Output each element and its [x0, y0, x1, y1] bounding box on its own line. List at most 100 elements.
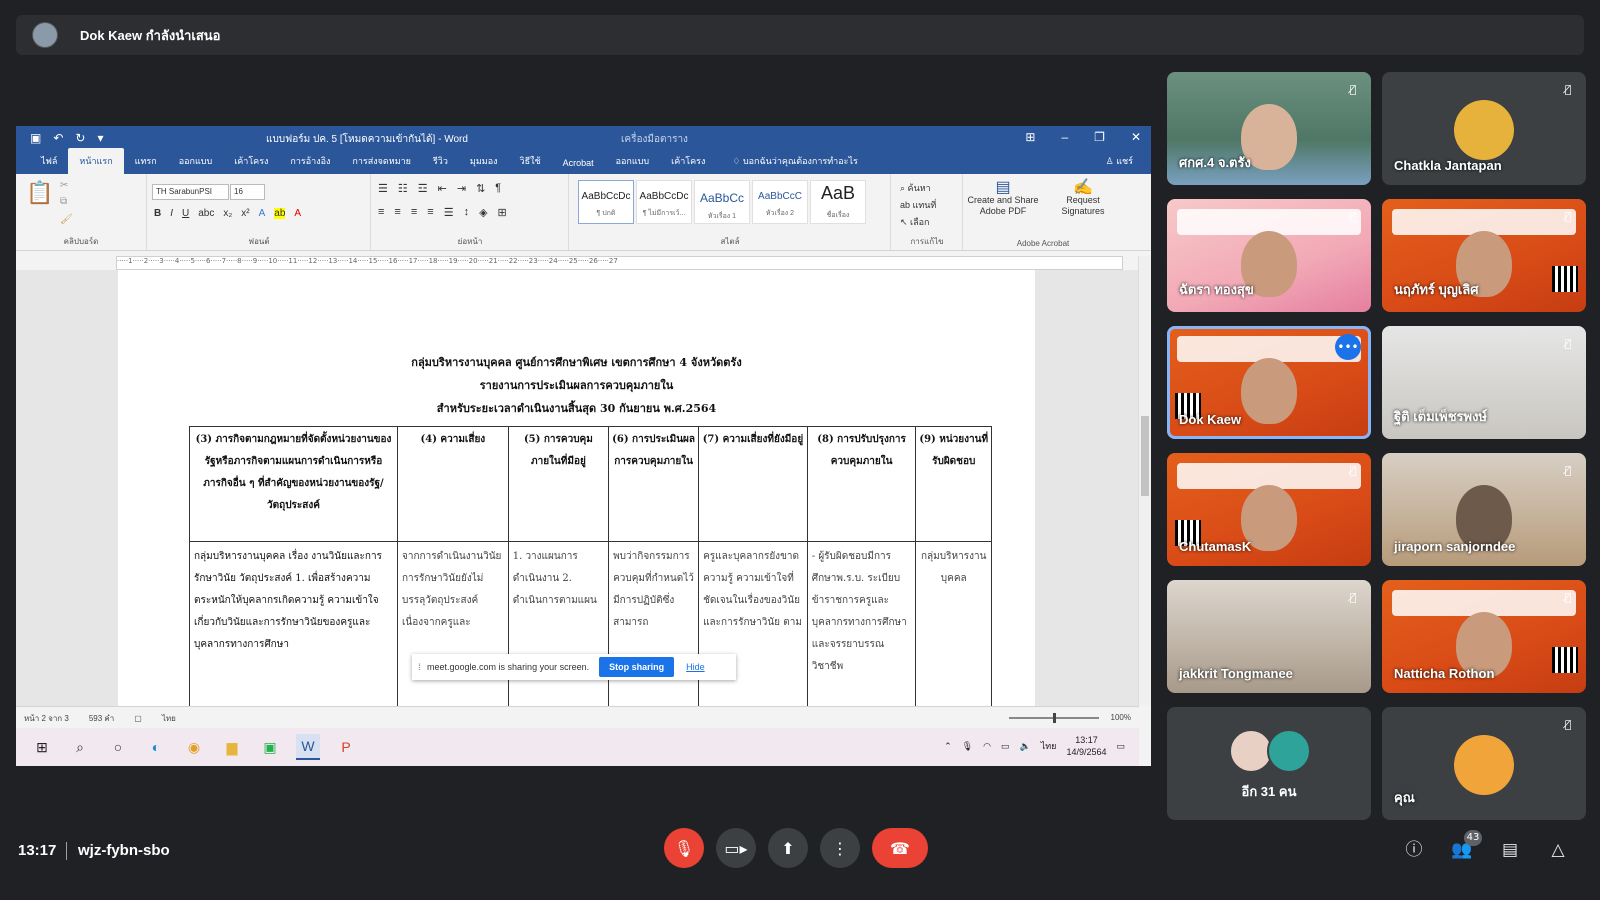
tab-view[interactable]: มุมมอง	[459, 154, 509, 174]
wifi-icon[interactable]: ◠	[983, 741, 991, 752]
increase-indent-icon[interactable]: ⇥	[457, 182, 466, 195]
shading-icon[interactable]: ◈	[479, 206, 487, 219]
superscript-icon[interactable]: x²	[241, 208, 249, 219]
create-share-pdf-button[interactable]: ▤ Create and Share Adobe PDF	[964, 180, 1042, 217]
request-signatures-button[interactable]: ✍ Request Signatures	[1044, 180, 1122, 217]
participant-tile[interactable]: 🎙̸ jiraporn sanjorndee	[1382, 453, 1586, 566]
tab-insert[interactable]: แทรก	[124, 154, 168, 174]
minimize-icon[interactable]: –	[1061, 130, 1068, 144]
taskbar-clock[interactable]: 13:17 14/9/2564	[1066, 734, 1106, 758]
underline-icon[interactable]: U	[182, 208, 189, 219]
leave-call-button[interactable]: ☎	[872, 828, 928, 868]
participant-tile[interactable]: 🎙̸ นฤภัทร์ บุญเลิศ	[1382, 199, 1586, 312]
zoom-level[interactable]: 100%	[1111, 713, 1131, 722]
participant-tile[interactable]: 🎙̸ Natticha Rothon	[1382, 580, 1586, 693]
table-cell[interactable]: 1. วางแผนการดำเนินงาน 2. ดำเนินการตามแผน	[507, 541, 610, 706]
multilevel-icon[interactable]: ☲	[418, 182, 428, 195]
others-tile[interactable]: อีก 31 คน	[1167, 707, 1371, 820]
ribbon-display-icon[interactable]: ⊞	[1025, 130, 1035, 144]
search-icon[interactable]: ⌕	[68, 735, 92, 759]
zoom-slider[interactable]	[1009, 713, 1099, 723]
tab-file[interactable]: ไฟล์	[30, 154, 68, 174]
table-cell[interactable]: จากการดำเนินงานวินัยการรักษาวินัยยังไม่บ…	[397, 541, 509, 706]
speaker-icon[interactable]: 🔈	[1019, 741, 1030, 752]
tab-table-design[interactable]: ออกแบบ	[605, 154, 661, 174]
more-options-icon[interactable]: •••	[1335, 334, 1361, 360]
document-page[interactable]: กลุ่มบริหารงานบุคคล ศูนย์การศึกษาพิเศษ เ…	[118, 270, 1035, 706]
format-painter-icon[interactable]: 🖌	[60, 214, 73, 225]
tab-review[interactable]: รีวิว	[422, 154, 459, 174]
style-heading-1[interactable]: AaBbCc หัวเรื่อง 1	[694, 180, 750, 224]
style-title[interactable]: AaB ชื่อเรื่อง	[810, 180, 866, 224]
participant-tile[interactable]: 🎙̸ ศกศ.4 จ.ตรัง	[1167, 72, 1371, 185]
participant-tile[interactable]: 🎙̸ Chatkla Jantapan	[1382, 72, 1586, 185]
drag-handle-icon[interactable]: ⁞⁞	[418, 662, 421, 672]
align-left-icon[interactable]: ≡	[378, 206, 384, 219]
zoom-thumb[interactable]	[1053, 713, 1056, 723]
bullets-icon[interactable]: ☰	[378, 182, 388, 195]
tab-table-layout[interactable]: เค้าโครง	[660, 154, 716, 174]
sort-icon[interactable]: ⇅	[476, 182, 485, 195]
cut-icon[interactable]: ✂	[60, 180, 68, 191]
font-color-icon[interactable]: A	[294, 208, 301, 219]
participant-tile[interactable]: 🎙̸ ฉัตรา ทองสุข	[1167, 199, 1371, 312]
decrease-indent-icon[interactable]: ⇤	[438, 182, 447, 195]
close-icon[interactable]: ✕	[1131, 130, 1141, 144]
participant-tile-active[interactable]: ••• Dok Kaew	[1167, 326, 1371, 439]
tab-design[interactable]: ออกแบบ	[168, 154, 224, 174]
borders-icon[interactable]: ⊞	[498, 206, 507, 219]
select-button[interactable]: ↖ เลือก	[900, 214, 936, 231]
copy-icon[interactable]: ⧉	[60, 196, 67, 207]
language-status[interactable]: ไทย	[162, 712, 176, 725]
font-name-select[interactable]: TH SarabunPSI	[152, 184, 229, 200]
tab-layout[interactable]: เค้าโครง	[223, 154, 279, 174]
chevron-up-icon[interactable]: ⌃	[944, 741, 952, 752]
redo-icon[interactable]: ↻	[75, 131, 85, 145]
cortana-icon[interactable]: ○	[106, 735, 130, 759]
word-app-icon[interactable]: W	[296, 734, 320, 760]
align-center-icon[interactable]: ≡	[394, 206, 400, 219]
table-cell[interactable]: พบว่ากิจกรรมการควบคุมที่กำหนดไว้มีการปฏิ…	[608, 541, 700, 706]
chrome-icon[interactable]: ◉	[182, 735, 206, 759]
input-language[interactable]: ไทย	[1041, 739, 1057, 753]
present-now-button[interactable]: ⬆	[768, 828, 808, 868]
numbering-icon[interactable]: ☷	[398, 182, 408, 195]
tab-mailings[interactable]: การส่งจดหมาย	[341, 154, 422, 174]
distributed-icon[interactable]: ☰	[444, 206, 454, 219]
windows-start-icon[interactable]: ⊞	[30, 735, 54, 759]
table-cell[interactable]: ครูและบุคลากรยังขาดความรู้ ความเข้าใจที่…	[698, 541, 808, 706]
activities-icon[interactable]: △	[1546, 838, 1570, 862]
chat-icon[interactable]: ▤	[1498, 838, 1522, 862]
justify-icon[interactable]: ≡	[427, 206, 433, 219]
self-tile[interactable]: 🎙̸ คุณ	[1382, 707, 1586, 820]
undo-icon[interactable]: ↶	[53, 131, 63, 145]
notifications-icon[interactable]: ▭	[1116, 741, 1125, 752]
replace-button[interactable]: ab แทนที่	[900, 197, 936, 214]
stop-sharing-button[interactable]: Stop sharing	[599, 657, 675, 677]
tab-references[interactable]: การอ้างอิง	[279, 154, 341, 174]
more-options-button[interactable]: ⋮	[820, 828, 860, 868]
powerpoint-app-icon[interactable]: P	[334, 735, 358, 759]
table-cell[interactable]: กลุ่มบริหารงานบุคคล เรื่อง งานวินัยและกา…	[189, 541, 398, 706]
table-cell[interactable]: กลุ่มบริหารงานบุคคล	[915, 541, 992, 706]
tell-me-search[interactable]: ♢ บอกฉันว่าคุณต้องการทำอะไร	[732, 154, 857, 174]
tab-help[interactable]: วิธีใช้	[509, 154, 552, 174]
tab-acrobat[interactable]: Acrobat	[552, 158, 605, 174]
pilcrow-icon[interactable]: ¶	[495, 182, 501, 195]
hide-link[interactable]: Hide	[686, 662, 705, 672]
style-normal[interactable]: AaBbCcDc ¶ ปกติ	[578, 180, 634, 224]
word-count[interactable]: 593 คำ	[89, 712, 114, 725]
strikethrough-icon[interactable]: abc	[198, 208, 214, 219]
align-right-icon[interactable]: ≡	[411, 206, 417, 219]
info-icon[interactable]: ⓘ	[1402, 838, 1426, 862]
share-button[interactable]: ♙ แชร์	[1106, 154, 1133, 168]
tab-home[interactable]: หน้าแรก	[68, 148, 124, 174]
edge-icon[interactable]: ◐	[144, 735, 168, 759]
camera-toggle[interactable]: ▭▸	[716, 828, 756, 868]
battery-icon[interactable]: ▭	[1001, 741, 1010, 752]
highlight-icon[interactable]: ab	[274, 208, 286, 219]
page-count[interactable]: หน้า 2 จาก 3	[24, 712, 69, 725]
microphone-toggle[interactable]: 🎙	[664, 828, 704, 868]
paste-icon[interactable]: 📋	[26, 180, 53, 206]
proofing-icon[interactable]: ▢	[134, 714, 142, 723]
